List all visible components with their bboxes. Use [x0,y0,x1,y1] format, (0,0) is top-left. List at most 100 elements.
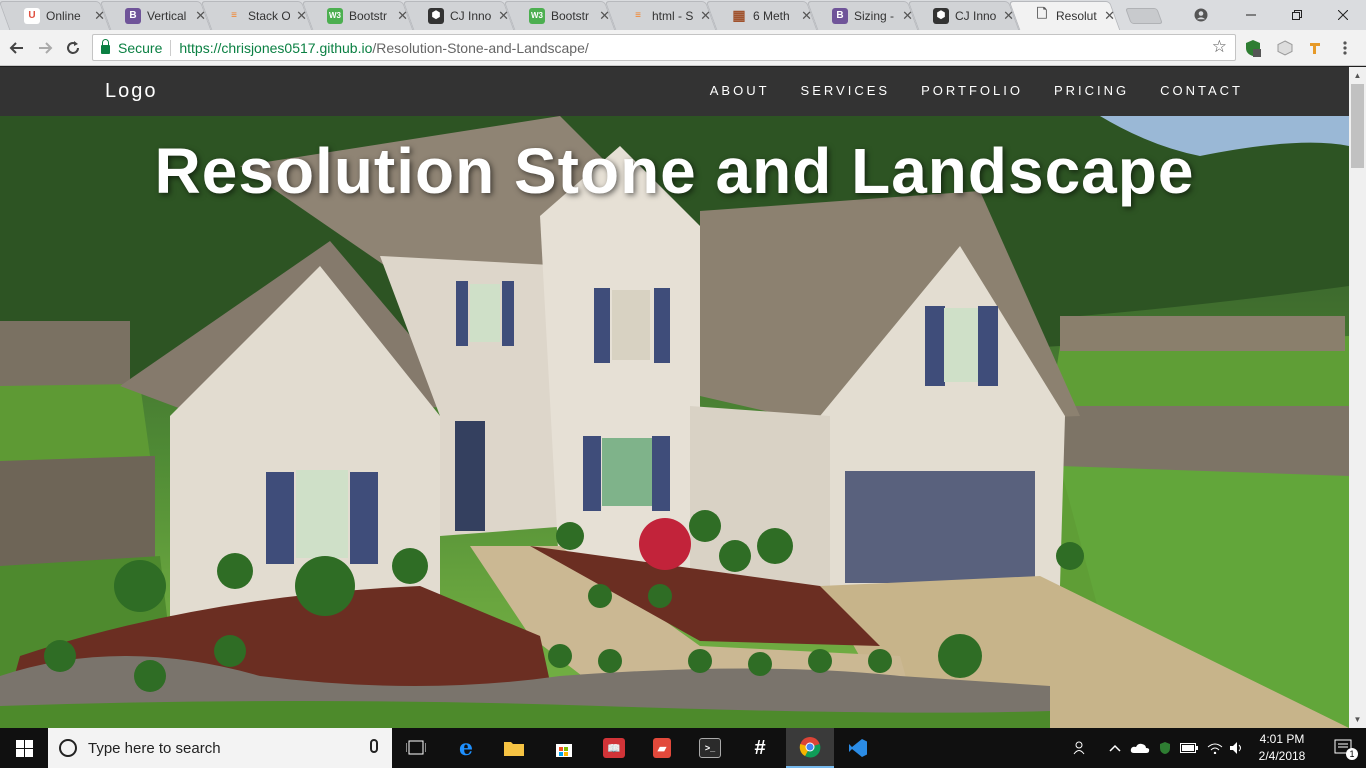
chrome-icon[interactable] [786,728,834,768]
tab-title: CJ Inno [955,8,997,23]
divider [170,39,172,56]
start-button[interactable] [0,728,48,768]
tab-close-icon[interactable]: ✕ [1003,8,1014,24]
page-favicon-icon: 🗋 [1036,5,1048,21]
bookmark-star-icon[interactable]: ☆ [1212,37,1227,57]
bootstrap-favicon-icon: B [125,7,141,24]
scroll-down-arrow-icon[interactable]: ▼ [1349,711,1366,728]
battery-icon[interactable] [1178,728,1200,768]
window-close-icon[interactable] [1320,0,1366,30]
minimize-icon[interactable] [1228,0,1274,30]
hero-title: Resolution Stone and Landscape [154,135,1195,207]
people-icon[interactable] [1068,728,1094,768]
tray-expand-icon[interactable] [1104,728,1126,768]
store-icon[interactable] [540,728,588,768]
tab-close-icon[interactable]: ✕ [902,8,913,24]
reader-app-icon[interactable]: 📖 [590,728,638,768]
slack-icon[interactable]: # [736,728,784,768]
url-host: https://chrisjones0517.github.io [179,39,373,56]
edge-icon[interactable]: e [442,728,490,768]
url-path: /Resolution-Stone-and-Landscape/ [372,39,589,56]
tab-bootstrap-1[interactable]: W3 Bootstr ✕ [307,1,408,30]
tab-title: Bootstr [349,8,388,23]
w3schools-favicon-icon: W3 [529,7,545,24]
windows-logo-icon [15,739,33,757]
tab-close-icon[interactable]: ✕ [296,8,307,24]
tab-close-icon[interactable]: ✕ [1104,8,1115,24]
scroll-up-arrow-icon[interactable]: ▲ [1349,67,1366,84]
nav-pricing[interactable]: PRICING [1054,83,1129,98]
menu-icon[interactable] [1336,39,1354,57]
task-view-icon[interactable] [392,728,440,768]
tab-title: Vertical [147,8,187,23]
forward-icon[interactable] [33,36,57,60]
new-tab-button[interactable] [1125,8,1163,24]
tab-close-icon[interactable]: ✕ [397,8,408,24]
extension-pin-icon[interactable] [1306,39,1324,57]
action-center-icon[interactable]: 1 [1322,728,1366,768]
tab-title: Stack O [248,8,291,23]
extension-shield-icon[interactable] [1244,39,1262,57]
stackoverflow-favicon-icon: ≡ [635,10,641,21]
tab-cj-inno-1[interactable]: ⬢ CJ Inno ✕ [408,1,509,30]
tab-close-icon[interactable]: ✕ [498,8,509,24]
onedrive-icon[interactable] [1128,728,1152,768]
taskbar-clock[interactable]: 4:01 PM 2/4/2018 [1250,731,1314,765]
file-explorer-icon[interactable] [490,728,538,768]
tab-online[interactable]: U Online ✕ [4,1,105,30]
tab-stack-overflow[interactable]: ≡ Stack O ✕ [206,1,307,30]
secure-label: Secure [118,39,163,56]
clock-date: 2/4/2018 [1258,749,1306,763]
bootstrap-favicon-icon: B [832,7,848,24]
tab-title: 6 Meth [753,8,790,23]
tab-title: Sizing - [854,8,895,23]
tab-close-icon[interactable]: ✕ [700,8,711,24]
tab-close-icon[interactable]: ✕ [599,8,610,24]
tab-close-icon[interactable]: ✕ [801,8,812,24]
shield-tray-icon[interactable] [1154,728,1176,768]
extension-cube-icon[interactable] [1276,39,1294,57]
profile-icon[interactable] [1178,0,1224,30]
back-icon[interactable] [5,36,29,60]
tab-bootstrap-2[interactable]: W3 Bootstr ✕ [509,1,610,30]
nav-portfolio[interactable]: PORTFOLIO [921,83,1023,98]
tab-title: Resolut [1056,8,1097,23]
cortana-icon [59,739,77,757]
tab-html-so[interactable]: ≡ html - S ✕ [610,1,711,30]
terminal-icon[interactable]: >_ [686,728,734,768]
document-app-icon[interactable]: ▰ [638,728,686,768]
tab-vertical[interactable]: B Vertical ✕ [105,1,206,30]
reload-icon[interactable] [61,36,85,60]
taskbar-search-box[interactable]: Type here to search [48,728,392,768]
microphone-icon[interactable] [370,739,378,753]
github-favicon-icon: ⬢ [428,7,444,24]
notification-count-badge: 1 [1346,748,1358,760]
nav-contact[interactable]: CONTACT [1160,83,1243,98]
hero-section: Resolution Stone and Landscape [0,116,1349,728]
windows-taskbar: Type here to search e 📖 ▰ >_ # 4:01 PM 2… [0,728,1366,768]
tab-6-methods[interactable]: ▦ 6 Meth ✕ [711,1,812,30]
nav-about[interactable]: ABOUT [710,83,770,98]
scrollbar-thumb[interactable] [1351,84,1364,168]
volume-icon[interactable] [1226,728,1248,768]
tab-sizing[interactable]: B Sizing - ✕ [812,1,913,30]
nav-links: ABOUT SERVICES PORTFOLIO PRICING CONTACT [710,83,1243,98]
vscode-icon[interactable] [834,728,882,768]
restore-icon[interactable] [1274,0,1320,30]
wifi-icon[interactable] [1204,728,1226,768]
stackoverflow-favicon-icon: ≡ [231,10,237,21]
tab-close-icon[interactable]: ✕ [195,8,206,24]
clock-time: 4:01 PM [1259,732,1305,746]
tab-resolution-active[interactable]: 🗋 Resolut ✕ [1014,1,1115,30]
nav-services[interactable]: SERVICES [801,83,891,98]
site-logo[interactable]: Logo [105,80,158,103]
browser-toolbar: Secure https://chrisjones0517.github.io /… [0,30,1366,66]
tab-cj-inno-2[interactable]: ⬢ CJ Inno ✕ [913,1,1014,30]
tab-close-icon[interactable]: ✕ [94,8,105,24]
tab-strip: U Online ✕ B Vertical ✕ ≡ Stack O ✕ W3 B… [0,0,1366,30]
search-placeholder: Type here to search [88,739,221,757]
tab-title: html - S [652,8,694,23]
address-bar[interactable]: Secure https://chrisjones0517.github.io /… [92,34,1236,61]
page-scrollbar[interactable]: ▲ ▼ [1349,67,1366,728]
grid-favicon-icon: ▦ [732,7,746,23]
